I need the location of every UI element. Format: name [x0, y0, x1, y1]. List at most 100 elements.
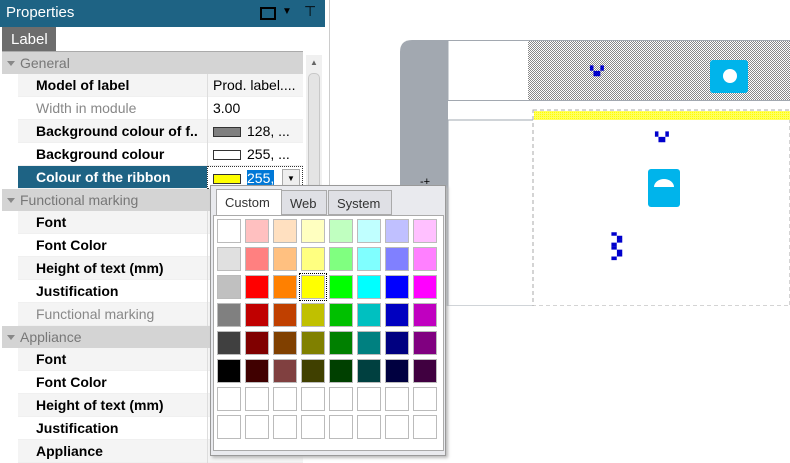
color-cell[interactable]	[217, 331, 241, 355]
color-cell[interactable]	[217, 359, 241, 383]
property-name: Colour of the ribbon	[36, 169, 171, 185]
value-text: Prod. label....	[213, 77, 296, 93]
property-name: Font Color	[36, 374, 107, 390]
text-marker: ▚▞▚▞	[611, 231, 623, 261]
color-cell[interactable]	[357, 303, 381, 327]
color-cell[interactable]	[329, 219, 353, 243]
color-cell[interactable]	[245, 359, 269, 383]
value-text: 255, ...	[247, 146, 290, 162]
color-cell[interactable]	[299, 273, 327, 301]
property-value[interactable]: 128, ...	[207, 120, 303, 143]
label-canvas[interactable]: ▚▞ ▚▞ -+ ▚▞▚▞	[400, 40, 790, 306]
scroll-thumb[interactable]	[308, 73, 320, 193]
tab-custom[interactable]: Custom	[216, 189, 282, 216]
panel-titlebar: Properties ▼ ⊤	[0, 0, 325, 27]
property-row[interactable]: Width in module 3.00	[18, 97, 303, 120]
color-cell[interactable]	[413, 219, 437, 243]
color-cell[interactable]	[217, 247, 241, 271]
property-value[interactable]: 255, ...	[207, 143, 303, 166]
color-cell[interactable]	[301, 303, 325, 327]
color-cell[interactable]	[217, 415, 241, 439]
value-text: 255,	[247, 170, 275, 186]
color-cell[interactable]	[217, 275, 241, 299]
color-cell[interactable]	[385, 415, 409, 439]
color-cell[interactable]	[357, 275, 381, 299]
color-cell[interactable]	[301, 359, 325, 383]
text-marker: ▚▞	[654, 131, 670, 143]
property-value[interactable]: 3.00	[207, 97, 303, 120]
tab-label[interactable]: Label	[2, 27, 56, 52]
property-name: Font	[36, 214, 67, 230]
color-cell[interactable]	[385, 387, 409, 411]
color-cell[interactable]	[329, 415, 353, 439]
color-cell[interactable]	[413, 387, 437, 411]
color-cell[interactable]	[357, 387, 381, 411]
color-cell[interactable]	[217, 303, 241, 327]
color-cell[interactable]	[329, 331, 353, 355]
color-cell[interactable]	[385, 359, 409, 383]
ribbon-bar	[534, 111, 790, 120]
section-header[interactable]: General	[2, 52, 303, 74]
appliance-icon	[648, 169, 680, 207]
window-icon[interactable]	[260, 7, 276, 20]
color-cell[interactable]	[385, 219, 409, 243]
color-cell[interactable]	[385, 247, 409, 271]
color-cell[interactable]	[329, 275, 353, 299]
color-cell[interactable]	[301, 387, 325, 411]
color-cell[interactable]	[413, 331, 437, 355]
color-cell[interactable]	[245, 387, 269, 411]
color-cell[interactable]	[413, 303, 437, 327]
color-cell[interactable]	[301, 247, 325, 271]
color-cell[interactable]	[329, 387, 353, 411]
property-name: Model of label	[36, 77, 130, 93]
color-cell[interactable]	[273, 331, 297, 355]
tab-web[interactable]: Web	[281, 190, 327, 215]
dropdown-icon[interactable]: ▼	[282, 6, 292, 17]
color-swatch	[213, 174, 241, 185]
property-value[interactable]: Prod. label....	[207, 74, 303, 97]
color-cell[interactable]	[329, 303, 353, 327]
color-cell[interactable]	[245, 415, 269, 439]
color-cell[interactable]	[217, 219, 241, 243]
color-cell[interactable]	[357, 331, 381, 355]
color-cell[interactable]	[385, 331, 409, 355]
color-cell[interactable]	[385, 303, 409, 327]
scroll-up-icon[interactable]: ▲	[310, 58, 318, 67]
property-name: Background colour	[36, 146, 165, 162]
color-cell[interactable]	[245, 331, 269, 355]
color-cell[interactable]	[357, 247, 381, 271]
property-row[interactable]: Background colour of f.. 128, ...	[18, 120, 303, 143]
color-cell[interactable]	[245, 275, 269, 299]
color-cell[interactable]	[413, 359, 437, 383]
color-cell[interactable]	[273, 415, 297, 439]
color-cell[interactable]	[413, 247, 437, 271]
property-row[interactable]: Model of label Prod. label....	[18, 74, 303, 97]
color-cell[interactable]	[273, 303, 297, 327]
color-cell[interactable]	[385, 275, 409, 299]
color-cell[interactable]	[413, 415, 437, 439]
property-row[interactable]: Background colour 255, ...	[18, 143, 303, 166]
color-cell[interactable]	[413, 275, 437, 299]
color-cell[interactable]	[273, 387, 297, 411]
property-name: Functional marking	[36, 306, 155, 322]
pin-icon[interactable]: ⊤	[304, 3, 316, 20]
color-cell[interactable]	[273, 275, 297, 299]
color-cell[interactable]	[357, 415, 381, 439]
color-cell[interactable]	[357, 359, 381, 383]
color-cell[interactable]	[273, 359, 297, 383]
tab-system[interactable]: System	[328, 190, 392, 215]
color-cell[interactable]	[245, 219, 269, 243]
color-cell[interactable]	[357, 219, 381, 243]
color-cell[interactable]	[301, 331, 325, 355]
color-cell[interactable]	[329, 247, 353, 271]
color-cell[interactable]	[301, 219, 325, 243]
property-name: Background colour of f..	[36, 123, 198, 139]
color-cell[interactable]	[273, 219, 297, 243]
color-cell[interactable]	[245, 247, 269, 271]
property-name: Height of text (mm)	[36, 260, 164, 276]
color-cell[interactable]	[245, 303, 269, 327]
color-cell[interactable]	[217, 387, 241, 411]
color-cell[interactable]	[301, 415, 325, 439]
color-cell[interactable]	[329, 359, 353, 383]
color-cell[interactable]	[273, 247, 297, 271]
